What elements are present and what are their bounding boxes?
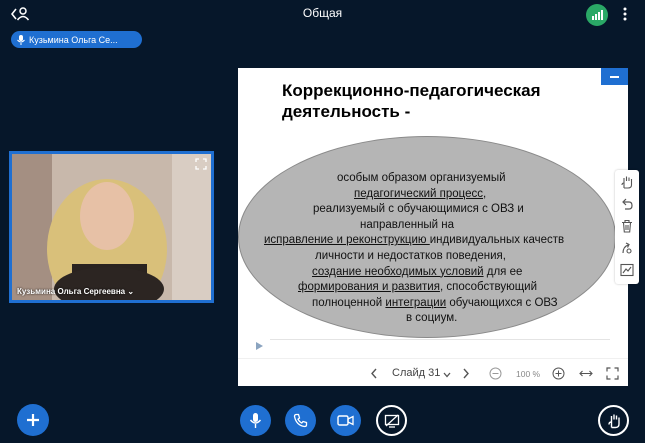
- zoom-out-icon[interactable]: [489, 367, 502, 380]
- webcam-video[interactable]: Кузьмина Ольга Сергеевна ⌄: [9, 151, 214, 303]
- zoom-level: 100 %: [516, 369, 541, 379]
- top-bar: Общая: [0, 0, 645, 30]
- fullscreen-icon[interactable]: [195, 157, 207, 170]
- presentation-toolbar: Слайд 31 100 %: [238, 358, 628, 386]
- minimize-presentation-button[interactable]: [601, 68, 628, 85]
- fullscreen-icon[interactable]: [606, 367, 619, 380]
- previous-slide-icon[interactable]: [370, 368, 378, 379]
- leave-audio-button[interactable]: [285, 405, 316, 436]
- raise-hand-icon: [608, 414, 620, 429]
- undo-icon[interactable]: [620, 197, 634, 211]
- share-camera-button[interactable]: [330, 405, 361, 436]
- slide-title: Коррекционно-педагогическая деятельность…: [282, 81, 541, 121]
- next-slide-icon[interactable]: [462, 368, 470, 379]
- whiteboard-toolbar: [615, 170, 639, 284]
- video-frame-image: [12, 154, 211, 300]
- talking-indicator[interactable]: Кузьмина Ольга Се...: [11, 31, 142, 48]
- microphone-icon: [249, 413, 262, 428]
- microphone-icon: [17, 34, 25, 45]
- trash-icon[interactable]: [620, 219, 634, 233]
- zoom-in-icon[interactable]: [552, 367, 565, 380]
- slide-selector[interactable]: Слайд 31: [392, 367, 440, 379]
- meeting-title: Общая: [302, 6, 343, 20]
- plus-icon: [27, 414, 39, 426]
- multi-user-whiteboard-icon[interactable]: [620, 241, 634, 255]
- fit-to-width-icon[interactable]: [579, 369, 593, 378]
- share-screen-button[interactable]: [376, 405, 407, 436]
- graph-icon[interactable]: [620, 263, 634, 277]
- mute-button[interactable]: [240, 405, 271, 436]
- actions-plus-button[interactable]: [17, 404, 49, 436]
- webcam-user-name[interactable]: Кузьмина Ольга Сергеевна ⌄: [17, 287, 134, 296]
- connection-signal-icon[interactable]: [586, 4, 608, 26]
- camera-icon: [337, 415, 354, 426]
- talking-user-name: Кузьмина Ольга Се...: [29, 34, 118, 45]
- raise-hand-button[interactable]: [598, 405, 629, 436]
- kebab-menu-icon[interactable]: [620, 5, 630, 23]
- play-icon[interactable]: [256, 342, 263, 350]
- hand-icon[interactable]: [620, 175, 634, 189]
- screen-share-off-icon: [384, 414, 400, 428]
- phone-icon: [293, 413, 308, 428]
- chevron-down-icon[interactable]: [443, 372, 451, 378]
- slide-divider: [270, 339, 610, 340]
- slide-body-text: особым образом организуемый педагогическ…: [264, 172, 565, 325]
